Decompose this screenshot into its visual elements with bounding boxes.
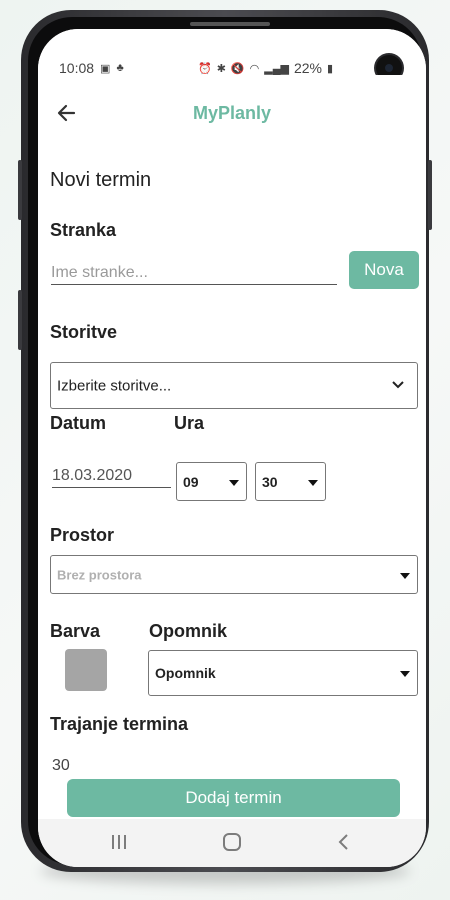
hour-value: 09 <box>183 473 199 490</box>
home-icon[interactable] <box>222 831 242 857</box>
services-label: Storitve <box>50 322 118 342</box>
date-input[interactable]: 18.03.2020 <box>52 467 171 488</box>
dropdown-arrow-icon <box>400 573 410 579</box>
client-name-input[interactable]: Ime stranke... <box>51 264 337 285</box>
client-label: Stranka <box>50 220 117 240</box>
bluetooth-icon: ✱ <box>216 62 226 75</box>
alarm-icon: ⏰ <box>198 62 212 75</box>
back-icon[interactable] <box>336 831 350 857</box>
screen: 10:08 ▣ ♣ ⏰ ✱ 🔇 ◠ ▂▄▆ 22% ▮ MyPlanly Nov… <box>38 29 426 867</box>
chevron-down-icon <box>392 381 404 389</box>
minute-select[interactable]: 30 <box>255 462 326 501</box>
reminder-value: Opomnik <box>155 665 216 681</box>
services-select[interactable]: Izberite storitve... <box>50 362 418 409</box>
battery-percent: 22% <box>293 60 322 76</box>
reminder-select[interactable]: Opomnik <box>148 650 418 696</box>
services-placeholder: Izberite storitve... <box>57 377 172 394</box>
date-label: Datum <box>50 413 107 433</box>
color-label: Barva <box>50 621 101 641</box>
bixby-button <box>18 290 22 350</box>
add-appointment-button[interactable]: Dodaj termin <box>67 779 400 817</box>
phone-frame: 10:08 ▣ ♣ ⏰ ✱ 🔇 ◠ ▂▄▆ 22% ▮ MyPlanly Nov… <box>18 10 432 872</box>
room-select[interactable]: Brez prostora <box>50 555 418 594</box>
reminder-label: Opomnik <box>149 621 228 641</box>
room-placeholder: Brez prostora <box>57 567 142 582</box>
time-label: Ura <box>174 413 205 433</box>
recent-apps-icon[interactable] <box>110 831 128 857</box>
dropdown-arrow-icon <box>400 671 410 677</box>
dropdown-arrow-icon <box>308 480 318 486</box>
duration-label: Trajanje termina <box>50 714 189 734</box>
earpiece <box>190 22 270 26</box>
page-title: Novi termin <box>50 169 152 191</box>
android-nav-bar <box>38 819 426 867</box>
room-label: Prostor <box>50 525 115 545</box>
duration-value[interactable]: 30 <box>52 757 70 775</box>
client-name-placeholder: Ime stranke... <box>51 264 148 281</box>
new-appointment-form: Novi termin Stranka Ime stranke... Nova … <box>38 149 426 819</box>
signal-icon: ▂▄▆ <box>264 62 289 75</box>
volume-button <box>18 160 22 220</box>
color-swatch[interactable] <box>65 649 107 691</box>
hour-select[interactable]: 09 <box>176 462 247 501</box>
gallery-icon: ▣ <box>100 62 111 75</box>
status-bar: 10:08 ▣ ♣ ⏰ ✱ 🔇 ◠ ▂▄▆ 22% ▮ <box>38 29 426 81</box>
minute-value: 30 <box>262 473 278 490</box>
notification-icon: ♣ <box>116 62 124 74</box>
power-button <box>428 160 432 230</box>
dropdown-arrow-icon <box>229 480 239 486</box>
battery-icon: ▮ <box>326 62 334 75</box>
mute-icon: 🔇 <box>230 62 245 75</box>
phone-bezel: 10:08 ▣ ♣ ⏰ ✱ 🔇 ◠ ▂▄▆ 22% ▮ MyPlanly Nov… <box>28 17 426 867</box>
app-bar: MyPlanly <box>38 75 426 150</box>
app-title: MyPlanly <box>192 103 272 123</box>
status-time: 10:08 <box>59 60 95 76</box>
wifi-icon: ◠ <box>249 62 260 75</box>
new-client-button[interactable]: Nova <box>349 251 419 289</box>
